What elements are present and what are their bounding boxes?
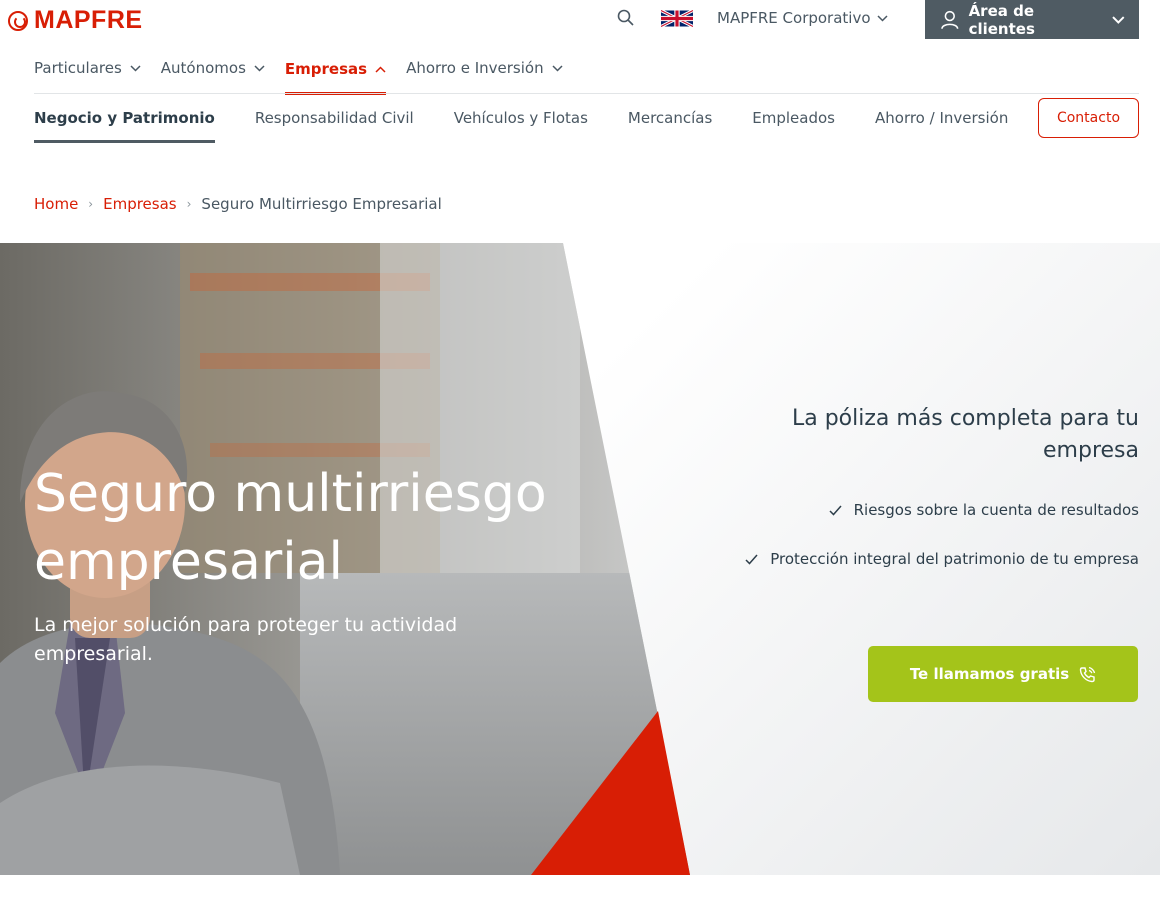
client-area-button[interactable]: Área de clientes bbox=[925, 0, 1139, 39]
subnav-item-mercancias[interactable]: Mercancías bbox=[628, 109, 712, 143]
mapfre-logo[interactable]: MAPFRE bbox=[8, 6, 143, 35]
nav-item-particulares[interactable]: Particulares bbox=[34, 56, 141, 80]
policy-heading: La póliza más completa para tu empresa bbox=[791, 406, 1139, 463]
contact-button[interactable]: Contacto bbox=[1038, 98, 1139, 138]
corporate-label: MAPFRE Corporativo bbox=[717, 9, 871, 27]
uk-flag-icon[interactable] bbox=[661, 10, 693, 27]
hero-subtitle: La mejor solución para proteger tu activ… bbox=[34, 614, 458, 665]
subnav-item-empleados[interactable]: Empleados bbox=[752, 109, 835, 143]
subnav-item-negocio-patrimonio[interactable]: Negocio y Patrimonio bbox=[34, 109, 215, 143]
breadcrumb-current: Seguro Multirriesgo Empresarial bbox=[201, 195, 442, 213]
nav-item-label: Particulares bbox=[34, 59, 122, 77]
chevron-down-icon bbox=[130, 64, 141, 72]
nav-divider bbox=[34, 93, 1139, 94]
cta-label: Te llamamos gratis bbox=[909, 665, 1070, 683]
chevron-up-icon bbox=[375, 65, 386, 73]
nav-item-label: Ahorro e Inversión bbox=[406, 59, 544, 77]
user-icon bbox=[941, 10, 959, 29]
breadcrumb-home[interactable]: Home bbox=[34, 195, 78, 213]
chevron-down-icon bbox=[254, 64, 265, 72]
call-me-free-button[interactable]: Te llamamos gratis bbox=[868, 646, 1138, 702]
breadcrumb: Home › Empresas › Seguro Multirriesgo Em… bbox=[34, 195, 442, 213]
chevron-down-icon bbox=[1112, 15, 1125, 24]
subnav-item-vehiculos-flotas[interactable]: Vehículos y Flotas bbox=[454, 109, 588, 143]
checkmark-icon bbox=[829, 505, 842, 516]
benefit-text: Protección integral del patrimonio de tu… bbox=[770, 550, 1139, 568]
nav-item-empresas[interactable]: Empresas bbox=[284, 56, 387, 95]
nav-item-label: Autónomos bbox=[160, 59, 246, 77]
breadcrumb-empresas[interactable]: Empresas bbox=[103, 195, 177, 213]
phone-icon bbox=[1079, 666, 1096, 682]
benefit-list: Riesgos sobre la cuenta de resultados Pr… bbox=[640, 498, 1139, 596]
chevron-right-icon: › bbox=[186, 197, 192, 211]
benefit-text: Riesgos sobre la cuenta de resultados bbox=[853, 501, 1139, 519]
corporate-dropdown[interactable]: MAPFRE Corporativo bbox=[717, 9, 888, 27]
benefit-item: Protección integral del patrimonio de tu… bbox=[640, 547, 1139, 571]
brand-name: MAPFRE bbox=[34, 6, 143, 34]
chevron-down-icon bbox=[552, 64, 563, 72]
nav-item-label: Empresas bbox=[284, 60, 368, 78]
main-nav: Particulares Autónomos Empresas Ahorro e… bbox=[34, 56, 563, 95]
nav-item-ahorro-inversion[interactable]: Ahorro e Inversión bbox=[406, 56, 563, 80]
chevron-down-icon bbox=[877, 14, 888, 22]
subnav-item-responsabilidad-civil[interactable]: Responsabilidad Civil bbox=[255, 109, 414, 143]
client-area-label: Área de clientes bbox=[968, 1, 1035, 38]
search-icon[interactable] bbox=[617, 9, 634, 26]
sub-nav: Negocio y Patrimonio Responsabilidad Civ… bbox=[34, 109, 1008, 143]
hero-title: Seguro multirriesgo empresarial bbox=[34, 464, 547, 592]
nav-item-autonomos[interactable]: Autónomos bbox=[161, 56, 265, 80]
chevron-right-icon: › bbox=[88, 197, 94, 211]
mapfre-emblem-icon bbox=[8, 10, 28, 31]
checkmark-icon bbox=[745, 554, 758, 565]
benefit-item: Riesgos sobre la cuenta de resultados bbox=[640, 498, 1139, 522]
subnav-item-ahorro-inversion[interactable]: Ahorro / Inversión bbox=[875, 109, 1008, 143]
